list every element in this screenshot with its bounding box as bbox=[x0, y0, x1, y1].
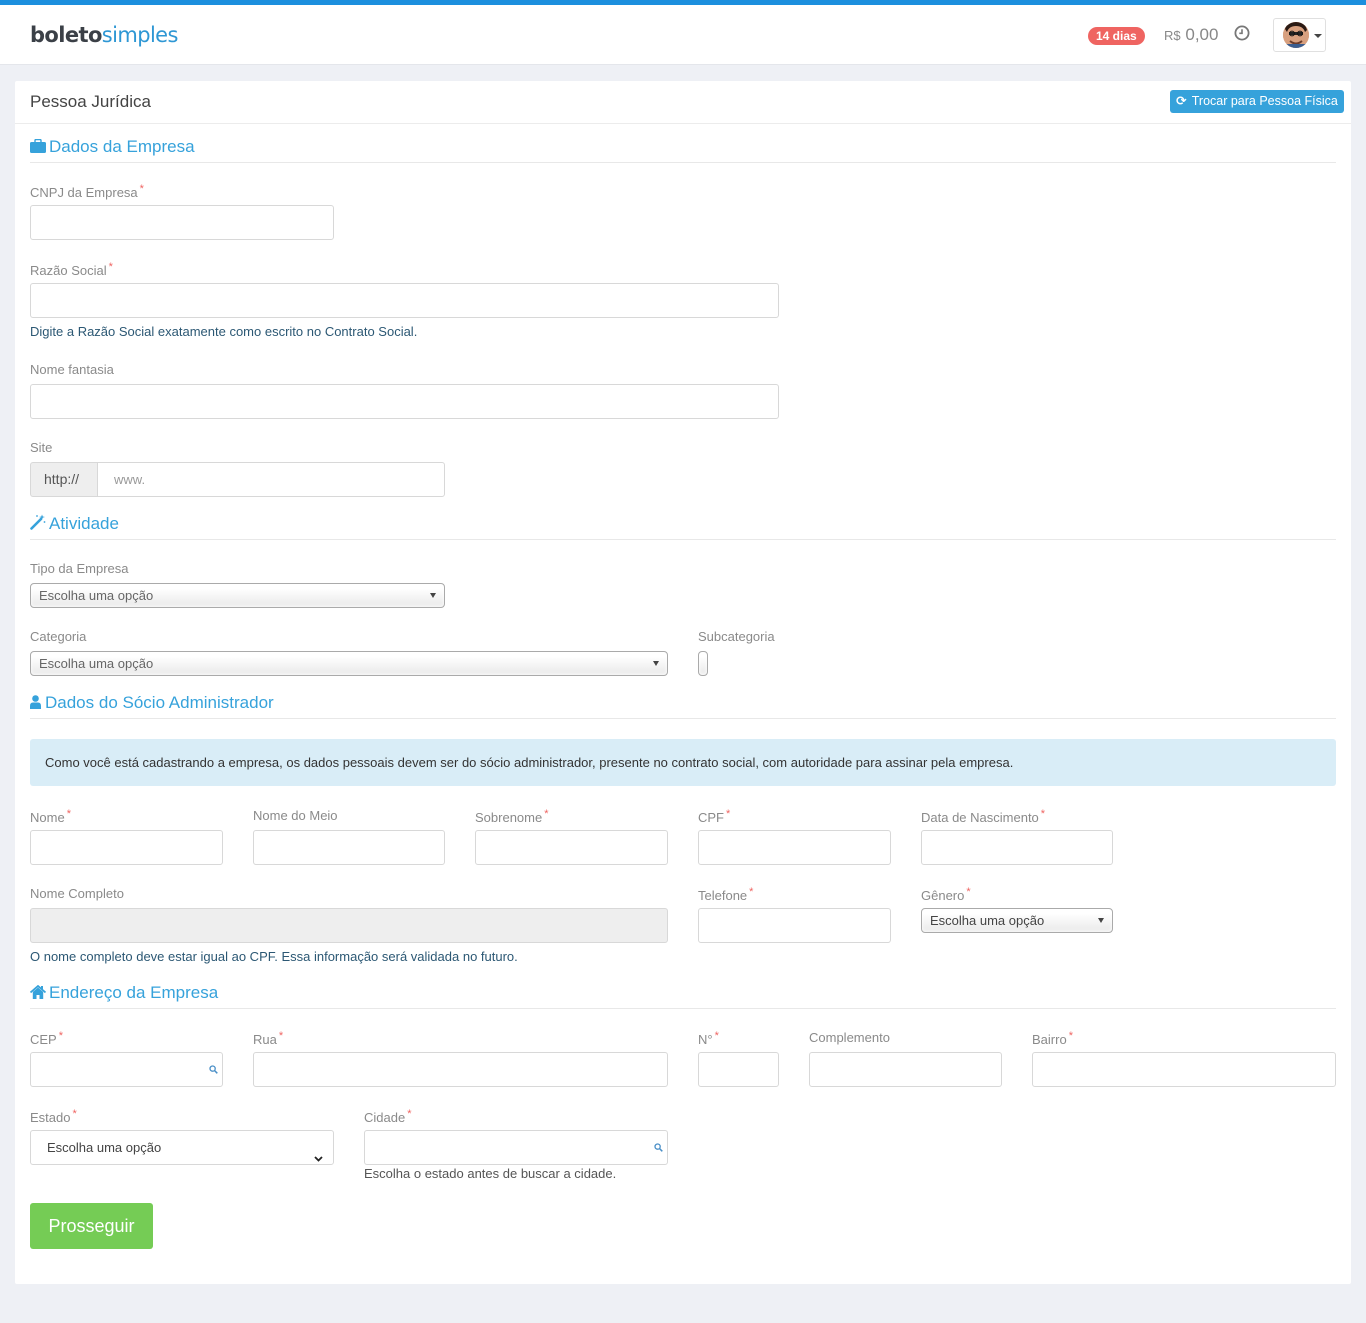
cidade-input[interactable] bbox=[364, 1130, 668, 1165]
nascimento-label: Data de Nascimento * bbox=[921, 808, 1046, 825]
cidade-label: Cidade * bbox=[364, 1108, 412, 1125]
categoria-select[interactable]: Escolha uma opção bbox=[30, 651, 668, 676]
section-title: Atividade bbox=[49, 514, 119, 533]
section-endereco: Endereço da Empresa bbox=[30, 983, 1336, 1009]
switch-to-pessoa-fisica-button[interactable]: ⟳ Trocar para Pessoa Física bbox=[1170, 90, 1344, 113]
cep-input[interactable] bbox=[30, 1052, 223, 1087]
nome-completo-input bbox=[30, 908, 668, 943]
nome-fantasia-label: Nome fantasia bbox=[30, 362, 114, 377]
dropdown-arrow-icon bbox=[653, 661, 659, 666]
subcategoria-label: Subcategoria bbox=[698, 629, 775, 644]
rua-input[interactable] bbox=[253, 1052, 668, 1087]
switch-button-label: Trocar para Pessoa Física bbox=[1191, 94, 1338, 108]
genero-select[interactable]: Escolha uma opção bbox=[921, 908, 1113, 933]
categoria-label: Categoria bbox=[30, 629, 87, 644]
cnpj-label: CNPJ da Empresa * bbox=[30, 183, 144, 200]
section-title: Dados da Empresa bbox=[49, 137, 195, 156]
estado-select[interactable]: Escolha uma opção bbox=[30, 1130, 334, 1165]
nome-label: Nome * bbox=[30, 808, 71, 825]
section-dados-empresa: Dados da Empresa bbox=[30, 137, 1336, 163]
razao-social-help: Digite a Razão Social exatamente como es… bbox=[30, 324, 418, 339]
prosseguir-button[interactable]: Prosseguir bbox=[30, 1203, 153, 1249]
nascimento-input[interactable] bbox=[921, 830, 1113, 865]
magic-wand-icon bbox=[30, 514, 46, 530]
telefone-input[interactable] bbox=[698, 908, 891, 943]
numero-input[interactable] bbox=[698, 1052, 779, 1087]
rua-label: Rua * bbox=[253, 1030, 284, 1047]
search-icon[interactable] bbox=[209, 1061, 218, 1079]
home-icon bbox=[30, 985, 46, 999]
site-input[interactable]: www. bbox=[97, 462, 445, 497]
clock-icon[interactable] bbox=[1234, 25, 1250, 41]
cnpj-input[interactable] bbox=[30, 205, 334, 240]
sobrenome-input[interactable] bbox=[475, 830, 668, 865]
nome-fantasia-input[interactable] bbox=[30, 384, 779, 419]
dropdown-arrow-icon bbox=[1098, 918, 1104, 923]
section-dados-socio: Dados do Sócio Administrador bbox=[30, 693, 1336, 719]
page-title: Pessoa Jurídica bbox=[30, 92, 151, 111]
balance-value: 0,00 bbox=[1185, 25, 1219, 44]
estado-selected: Escolha uma opção bbox=[47, 1140, 162, 1155]
avatar bbox=[1283, 22, 1309, 48]
site-label: Site bbox=[30, 440, 53, 455]
genero-selected: Escolha uma opção bbox=[930, 913, 1045, 928]
cpf-input[interactable] bbox=[698, 830, 891, 865]
cidade-help: Escolha o estado antes de buscar a cidad… bbox=[364, 1166, 617, 1181]
top-navbar: boletosimples 14 dias R$ 0,00 bbox=[0, 5, 1366, 65]
categoria-selected: Escolha uma opção bbox=[39, 656, 154, 671]
site-placeholder: www. bbox=[114, 472, 146, 487]
bairro-label: Bairro * bbox=[1032, 1030, 1073, 1047]
nome-meio-label: Nome do Meio bbox=[253, 808, 338, 823]
subcategoria-select[interactable] bbox=[698, 651, 708, 676]
logo-text-light: simples bbox=[101, 23, 179, 47]
sobrenome-label: Sobrenome * bbox=[475, 808, 549, 825]
site-protocol-addon: http:// bbox=[30, 462, 98, 497]
genero-label: Gênero * bbox=[921, 886, 971, 903]
briefcase-icon bbox=[30, 139, 46, 153]
user-menu-button[interactable] bbox=[1273, 18, 1326, 52]
tipo-empresa-label: Tipo da Empresa bbox=[30, 561, 129, 576]
chevron-down-icon bbox=[1314, 34, 1322, 38]
registration-panel: Pessoa Jurídica ⟳ Trocar para Pessoa Fís… bbox=[15, 81, 1351, 1284]
cpf-label: CPF * bbox=[698, 808, 731, 825]
nome-completo-help: O nome completo deve estar igual ao CPF.… bbox=[30, 949, 518, 964]
refresh-icon: ⟳ bbox=[1176, 94, 1187, 108]
nome-completo-label: Nome Completo bbox=[30, 886, 124, 901]
panel-header: Pessoa Jurídica ⟳ Trocar para Pessoa Fís… bbox=[15, 81, 1351, 124]
chevron-down-icon bbox=[314, 1142, 323, 1175]
numero-label: N° * bbox=[698, 1030, 719, 1047]
trial-days-badge[interactable]: 14 dias bbox=[1088, 27, 1145, 45]
user-icon bbox=[30, 695, 42, 709]
telefone-label: Telefone * bbox=[698, 886, 754, 903]
tipo-empresa-select[interactable]: Escolha uma opção bbox=[30, 583, 445, 608]
account-balance[interactable]: R$ 0,00 bbox=[1164, 25, 1218, 45]
cep-label: CEP * bbox=[30, 1030, 64, 1047]
estado-label: Estado * bbox=[30, 1108, 77, 1125]
tipo-empresa-selected: Escolha uma opção bbox=[39, 588, 154, 603]
logo[interactable]: boletosimples bbox=[30, 23, 178, 47]
razao-social-label: Razão Social * bbox=[30, 261, 113, 278]
nome-input[interactable] bbox=[30, 830, 223, 865]
section-title: Dados do Sócio Administrador bbox=[45, 693, 274, 712]
nome-meio-input[interactable] bbox=[253, 830, 445, 865]
razao-social-input[interactable] bbox=[30, 283, 779, 318]
balance-currency: R$ bbox=[1164, 28, 1181, 43]
complemento-label: Complemento bbox=[809, 1030, 890, 1045]
section-title: Endereço da Empresa bbox=[49, 983, 219, 1002]
section-atividade: Atividade bbox=[30, 514, 1336, 540]
complemento-input[interactable] bbox=[809, 1052, 1002, 1087]
bairro-input[interactable] bbox=[1032, 1052, 1336, 1087]
socio-info-alert: Como você está cadastrando a empresa, os… bbox=[30, 739, 1336, 786]
logo-text-bold: boleto bbox=[30, 23, 102, 47]
search-icon[interactable] bbox=[654, 1139, 663, 1157]
dropdown-arrow-icon bbox=[430, 593, 436, 598]
